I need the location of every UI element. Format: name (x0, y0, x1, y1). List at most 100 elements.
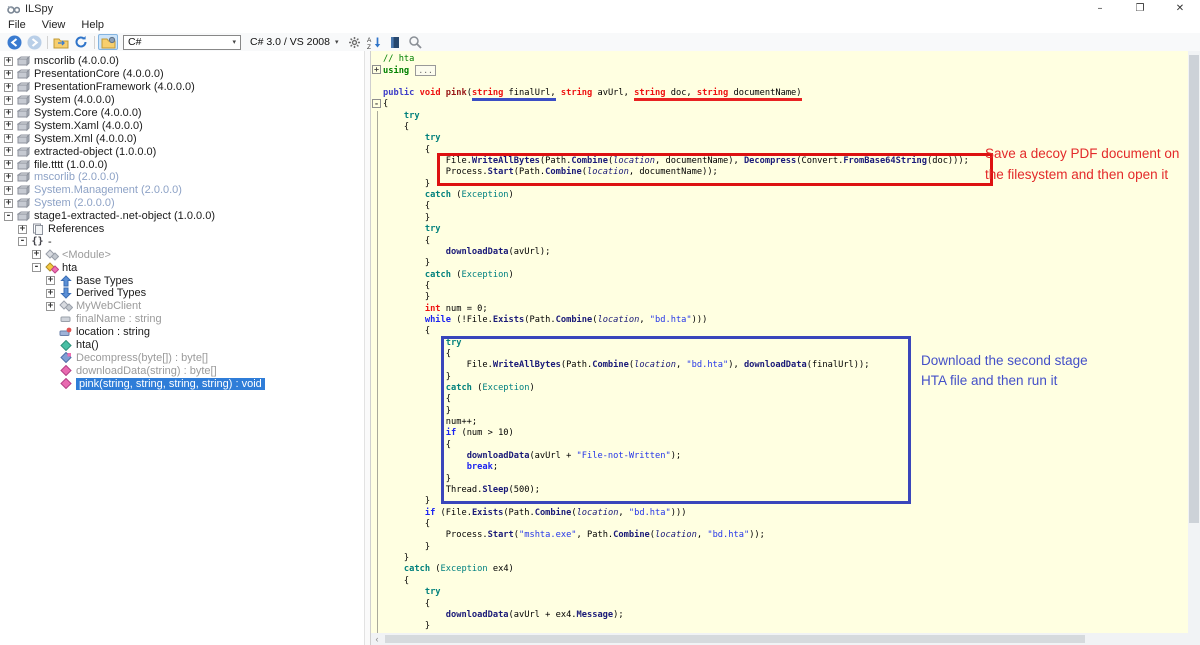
tree-item[interactable]: + Base Types (0, 274, 364, 287)
open-folder-icon[interactable] (51, 34, 71, 50)
search-icon[interactable] (405, 34, 425, 50)
asm-icon (16, 81, 31, 93)
expander-icon[interactable]: + (4, 160, 13, 170)
code-line: catch (Exception) (383, 190, 1188, 201)
code-line: catch (Exception) (383, 270, 1188, 281)
code-token: public (383, 88, 415, 99)
vertical-scrollbar-thumb[interactable] (1189, 55, 1199, 523)
sort-az-icon[interactable]: AZ (365, 34, 385, 50)
code-token: { (383, 439, 451, 450)
tree-item[interactable]: + System.Xaml (4.0.0.0) (0, 119, 364, 132)
code-token: ); (613, 609, 624, 620)
code-token: { (383, 201, 431, 212)
library-icon[interactable] (385, 34, 405, 50)
code-line: { (383, 201, 1188, 212)
code-line: } (383, 258, 1188, 269)
code-token: } (383, 212, 431, 223)
expander-icon[interactable]: + (46, 288, 55, 298)
expander-icon[interactable]: + (4, 185, 13, 195)
tree-item[interactable]: + Derived Types (0, 287, 364, 300)
fold-marker-icon[interactable]: - (372, 99, 381, 109)
tree-item[interactable]: + System.Xml (4.0.0.0) (0, 132, 364, 145)
expander-icon[interactable]: + (4, 198, 13, 208)
toolbar-separator (94, 35, 95, 49)
expander-icon[interactable]: + (4, 121, 13, 131)
close-button[interactable]: ✕ (1160, 0, 1200, 18)
code-token: num = 0; (440, 303, 488, 314)
back-icon[interactable] (4, 34, 24, 50)
code-token: pink (445, 88, 467, 99)
code-token: { (383, 144, 431, 155)
vertical-scrollbar[interactable] (1188, 51, 1200, 645)
expander-icon[interactable]: + (46, 276, 55, 286)
horizontal-scrollbar[interactable]: ‹ (371, 633, 1188, 645)
tree-item[interactable]: - hta (0, 261, 364, 274)
tree-item[interactable]: + PresentationCore (4.0.0.0) (0, 68, 364, 81)
tree-item[interactable]: + References (0, 223, 364, 236)
menu-item-help[interactable]: Help (73, 18, 112, 33)
code-line: if (File.Exists(Path.Combine(location, "… (383, 508, 1188, 519)
mpink-icon (58, 365, 73, 377)
classgray-icon (44, 249, 59, 261)
expander-icon[interactable]: + (32, 250, 41, 260)
expander-icon[interactable]: + (4, 108, 13, 118)
tree-item[interactable]: + <Module> (0, 248, 364, 261)
code-token: if (424, 507, 436, 518)
fold-marker-icon[interactable]: + (372, 65, 381, 75)
horizontal-scrollbar-thumb[interactable] (385, 635, 1085, 643)
tree-item[interactable]: location : string (0, 326, 364, 339)
expander-icon[interactable]: + (4, 69, 13, 79)
tree-item[interactable]: + System.Management (2.0.0.0) (0, 184, 364, 197)
tree-item[interactable]: - stage1-extracted-.net-object (1.0.0.0) (0, 210, 364, 223)
code-token: )); (749, 530, 765, 541)
tree-item[interactable]: + System.Core (4.0.0.0) (0, 107, 364, 120)
code-pane[interactable]: // hta + using ... public void pink(string … (371, 51, 1188, 633)
tree-item[interactable]: + mscorlib (2.0.0.0) (0, 171, 364, 184)
minimize-button[interactable]: – (1080, 0, 1120, 18)
code-line: Process.Start("mshta.exe", Path.Combine(… (383, 530, 1188, 541)
open-list-icon[interactable] (98, 34, 118, 50)
tree-item[interactable]: + System (4.0.0.0) (0, 94, 364, 107)
language-combo[interactable]: C# ▾ (123, 34, 241, 50)
expander-icon[interactable]: + (4, 172, 13, 182)
tree-item[interactable]: + mscorlib (4.0.0.0) (0, 55, 364, 68)
tree-item[interactable]: Decompress(byte[]) : byte[] (0, 351, 364, 364)
forward-icon[interactable] (24, 34, 44, 50)
code-token: Thread. (383, 485, 483, 496)
pane-splitter[interactable] (364, 51, 371, 645)
tree-item[interactable]: + System (2.0.0.0) (0, 197, 364, 210)
compiler-combo[interactable]: C# 3.0 / VS 2008 ▾ (246, 35, 343, 50)
settings-icon[interactable] (345, 34, 365, 50)
menu-item-view[interactable]: View (34, 18, 74, 33)
menu-bar: File View Help (0, 18, 1200, 33)
expander-icon[interactable]: - (32, 263, 41, 273)
expander-icon[interactable]: + (4, 134, 13, 144)
tree-item[interactable]: + PresentationFramework (4.0.0.0) (0, 81, 364, 94)
code-line: } (383, 213, 1188, 224)
expander-icon[interactable]: + (18, 224, 27, 234)
expander-icon[interactable]: + (4, 82, 13, 92)
tree-item[interactable]: -{} - (0, 235, 364, 248)
tree-item[interactable]: + extracted-object (1.0.0.0) (0, 145, 364, 158)
tree-item[interactable]: downloadData(string) : byte[] (0, 364, 364, 377)
scroll-left-arrow-icon[interactable]: ‹ (371, 633, 383, 645)
tree-item-label: System (2.0.0.0) (34, 197, 115, 210)
expander-icon[interactable]: - (4, 211, 13, 221)
mpink-icon (58, 378, 73, 390)
expander-icon[interactable]: - (18, 237, 27, 247)
refresh-icon[interactable] (71, 34, 91, 50)
menu-item-file[interactable]: File (0, 18, 34, 33)
code-token: WriteAllBytes (492, 360, 561, 371)
expander-icon[interactable]: + (4, 147, 13, 157)
expander-icon[interactable]: + (4, 95, 13, 105)
code-token: , (639, 314, 650, 325)
tree-item[interactable]: finalName : string (0, 313, 364, 326)
restore-button[interactable]: ❐ (1120, 0, 1160, 18)
expander-icon[interactable]: + (4, 56, 13, 66)
expander-icon[interactable]: + (46, 301, 55, 311)
tree-item[interactable]: + MyWebClient (0, 300, 364, 313)
tree-item[interactable]: hta() (0, 339, 364, 352)
tree-item[interactable]: + file.tttt (1.0.0.0) (0, 158, 364, 171)
tree-item[interactable]: pink(string, string, string, string) : v… (0, 377, 364, 390)
